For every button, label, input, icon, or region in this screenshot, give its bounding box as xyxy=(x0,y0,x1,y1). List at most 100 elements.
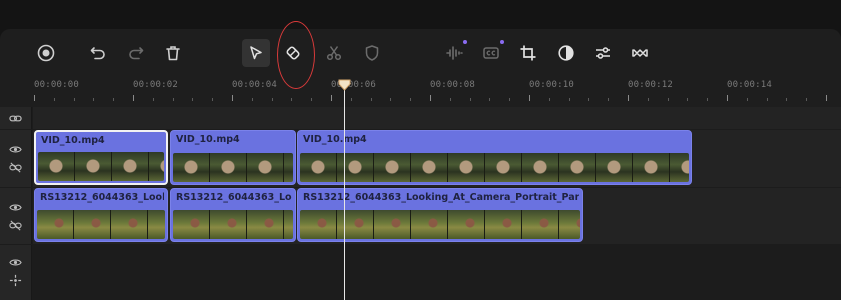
ruler-tick xyxy=(668,98,669,101)
clip-thumbnails xyxy=(300,153,689,182)
redo-button[interactable] xyxy=(124,41,148,65)
timeline-clip[interactable]: RS13212_6044363_Looking_At_Camera_Portra… xyxy=(34,188,168,242)
track-area: VID_10.mp4 VID_10.mp4 VID_10.mp4 RS13212… xyxy=(0,107,841,300)
timeline-clip[interactable]: VID_10.mp4 xyxy=(34,130,168,185)
audio-button[interactable] xyxy=(442,40,467,65)
ruler-tick xyxy=(569,98,570,101)
ruler-tick xyxy=(707,98,708,101)
ruler-tick xyxy=(470,98,471,101)
ruler-label: 00:00:12 xyxy=(628,80,673,90)
eye-icon[interactable] xyxy=(9,201,22,214)
marker-tool-button[interactable] xyxy=(281,41,305,65)
crop-button[interactable] xyxy=(516,41,540,65)
clip-label: VID_10.mp4 xyxy=(41,135,105,146)
ruler-tick xyxy=(252,98,253,101)
playhead-line[interactable] xyxy=(344,82,345,300)
undo-button[interactable] xyxy=(86,41,110,65)
clip-label: RS13212_6044363_Looking_At_Camera_Portra… xyxy=(176,192,292,203)
ruler-tick xyxy=(192,98,193,101)
video-track-2-header xyxy=(0,188,32,244)
clip-label: RS13212_6044363_Looking_At_Camera_Portra… xyxy=(40,192,164,203)
clip-thumbnails xyxy=(300,210,580,239)
ruler-tick xyxy=(212,98,213,101)
effects-icon[interactable] xyxy=(9,274,22,287)
infinity-arrows-icon xyxy=(632,49,648,57)
clip-label: VID_10.mp4 xyxy=(303,134,367,145)
scissors-icon xyxy=(326,46,342,61)
ruler-tick xyxy=(430,95,431,101)
timeline-clip[interactable]: RS13212_6044363_Looking_At_Camera_Portra… xyxy=(170,188,296,242)
waveform-icon xyxy=(446,46,463,60)
ruler-tick xyxy=(608,98,609,101)
eye-icon[interactable] xyxy=(9,256,22,269)
ruler-tick xyxy=(291,98,292,101)
ruler-tick xyxy=(34,95,35,101)
select-tool-button[interactable] xyxy=(242,39,270,67)
ruler-tick xyxy=(54,98,55,101)
clip-label: VID_10.mp4 xyxy=(176,134,240,145)
record-circle-icon xyxy=(37,44,55,62)
unlink-icon[interactable] xyxy=(9,161,22,174)
audio-track-header xyxy=(0,245,32,300)
link-icon[interactable] xyxy=(9,112,22,125)
ruler-tick xyxy=(390,98,391,101)
ruler-label: 00:00:08 xyxy=(430,80,475,90)
timeline-clip[interactable]: RS13212_6044363_Looking_At_Camera_Portra… xyxy=(297,188,583,242)
unlink-icon[interactable] xyxy=(9,219,22,232)
ruler-tick xyxy=(232,95,233,101)
clip-thumbnails xyxy=(173,210,293,239)
tag-icon xyxy=(286,46,300,60)
captions-button[interactable] xyxy=(479,40,504,65)
video-track-2-lane: RS13212_6044363_Looking_At_Camera_Portra… xyxy=(33,188,841,244)
timeline-clip[interactable]: VID_10.mp4 xyxy=(170,130,296,185)
clip-thumbnails xyxy=(38,152,164,181)
color-button[interactable] xyxy=(554,41,578,65)
video-track-1-lane: VID_10.mp4 VID_10.mp4 VID_10.mp4 xyxy=(33,130,841,187)
ruler-label: 00:00:00 xyxy=(34,80,79,90)
link-row-header xyxy=(0,107,32,129)
redo-icon xyxy=(129,47,144,60)
mask-button[interactable] xyxy=(360,41,384,65)
adjust-button[interactable] xyxy=(591,41,615,65)
ruler-label: 00:00:02 xyxy=(133,80,178,90)
ruler-label: 00:00:10 xyxy=(529,80,574,90)
ruler-tick xyxy=(272,98,273,101)
ruler-tick xyxy=(489,98,490,101)
record-button[interactable] xyxy=(34,41,58,65)
ruler-tick xyxy=(529,95,530,101)
ruler-tick xyxy=(133,95,134,101)
ruler-tick xyxy=(588,98,589,101)
ruler-tick xyxy=(351,98,352,101)
delete-button[interactable] xyxy=(161,41,185,65)
new-feature-dot xyxy=(463,40,467,44)
split-button[interactable] xyxy=(322,41,346,65)
ruler-tick xyxy=(74,98,75,101)
ruler-tick xyxy=(687,98,688,101)
playhead-handle-icon[interactable] xyxy=(338,79,351,91)
ruler-tick xyxy=(93,98,94,101)
time-ruler[interactable]: 00:00:00 00:00:02 00:00:04 00:00:06 00:0… xyxy=(0,77,841,107)
ruler-tick xyxy=(371,98,372,101)
timeline-toolbar xyxy=(0,29,841,77)
pointer-arrow-icon xyxy=(250,46,262,60)
undo-icon xyxy=(90,47,105,60)
ruler-tick xyxy=(331,95,332,101)
window-top-strip xyxy=(0,0,841,29)
timeline-clip[interactable]: VID_10.mp4 xyxy=(297,130,692,185)
ruler-tick xyxy=(786,98,787,101)
ruler-tick xyxy=(113,98,114,101)
ruler-label: 00:00:14 xyxy=(727,80,772,90)
ruler-tick xyxy=(747,98,748,101)
new-feature-dot xyxy=(500,40,504,44)
audio-track-lane xyxy=(33,245,841,300)
ruler-tick xyxy=(767,98,768,101)
eye-icon[interactable] xyxy=(9,143,22,156)
ruler-tick xyxy=(648,98,649,101)
transition-button[interactable] xyxy=(628,41,652,65)
ruler-label: 00:00:04 xyxy=(232,80,277,90)
ruler-tick xyxy=(826,95,827,101)
ruler-tick xyxy=(549,98,550,101)
clip-thumbnails xyxy=(173,153,293,182)
link-row-lane xyxy=(33,107,841,129)
crop-icon xyxy=(520,45,536,61)
